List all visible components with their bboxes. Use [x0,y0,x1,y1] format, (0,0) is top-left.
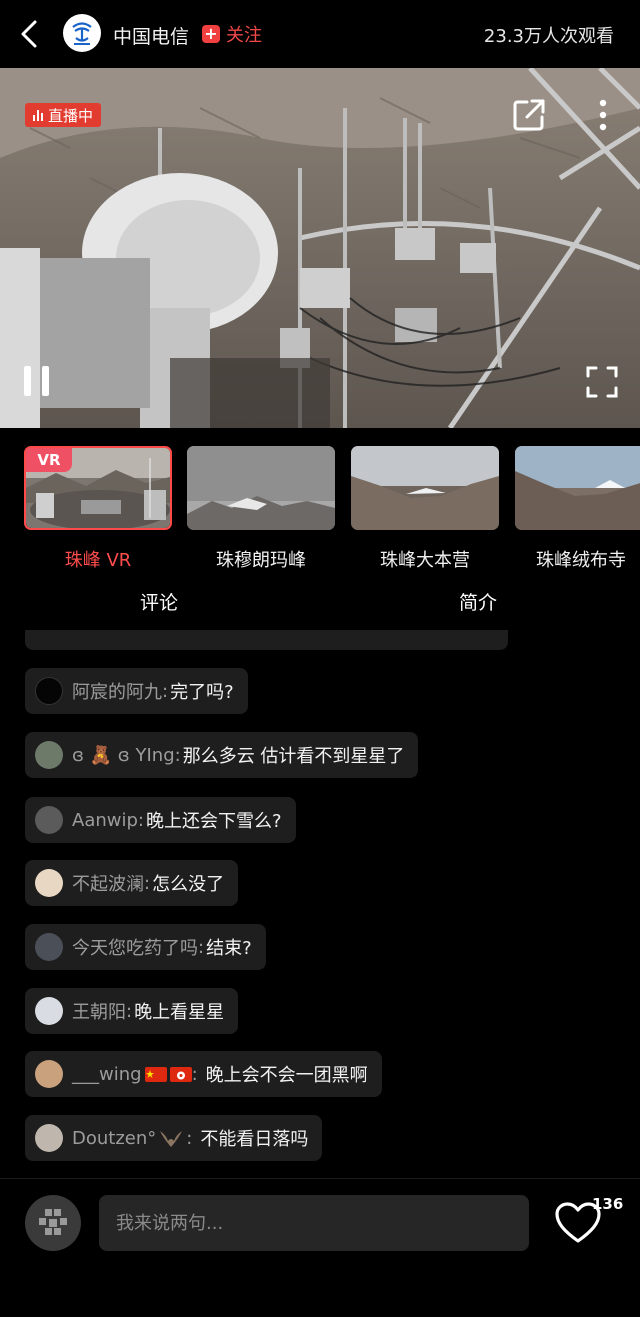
comment-item [25,630,508,650]
comment-colon: : [174,744,181,766]
camera-thumb-vr[interactable]: VR [24,446,172,530]
comment-username[interactable]: 王朝阳 [72,998,126,1024]
comment-item: Aanwip: 晚上还会下雪么? [25,797,296,843]
comment-text: 晚上会不会一团黑啊 [205,1065,368,1086]
comment-text: 不能看日落吗 [200,1129,309,1150]
hong-kong-flag-icon [169,1066,192,1082]
camera-thumb-rongbuk[interactable] [515,446,640,530]
avatar[interactable] [35,933,63,961]
bat-emoji-icon [160,1131,183,1147]
channel-avatar[interactable] [63,14,101,52]
share-icon[interactable] [510,96,548,134]
live-bars-icon [33,109,43,121]
comment-item: 阿宸的阿九: 完了吗? [25,668,248,714]
plus-icon: + [202,25,220,43]
tab-comments[interactable]: 评论 [140,588,178,615]
camera-label[interactable]: 珠峰大本营 [351,546,499,572]
avatar[interactable] [35,741,63,769]
comment-input[interactable] [99,1195,529,1251]
avatar[interactable] [35,1060,63,1088]
comment-item: ___wing : 晚上会不会一团黑啊 [25,1051,382,1097]
fullscreen-icon[interactable] [584,364,620,400]
comment-colon: : [126,1000,133,1022]
header-bar: 中国电信 + 关注 23.3万人次观看 [0,0,640,68]
checker-sticker-icon [39,1209,67,1235]
tab-intro[interactable]: 简介 [459,588,497,615]
live-video-player[interactable]: 直播中 [0,68,640,428]
comment-text: 结束? [206,938,252,959]
comment-text: 完了吗? [170,682,234,703]
comment-colon: : [186,1127,193,1149]
more-icon[interactable] [588,96,618,134]
comment-text: 晚上还会下雪么? [145,811,282,832]
avatar[interactable] [35,677,63,705]
camera-thumbnail [515,446,640,530]
live-label: 直播中 [48,106,94,125]
pause-icon[interactable] [22,364,52,398]
avatar[interactable] [35,806,63,834]
camera-label[interactable]: 珠穆朗玛峰 [187,546,335,572]
china-flag-icon [144,1066,167,1082]
sticker-button[interactable] [25,1195,81,1251]
like-count: 136 [592,1195,624,1213]
camera-thumb-base-camp[interactable] [351,446,499,530]
avatar[interactable] [35,997,63,1025]
camera-label[interactable]: 珠峰绒布寺 [536,546,626,572]
comment-username[interactable]: 今天您吃药了吗 [72,934,198,960]
comment-colon: : [198,936,205,958]
comment-item: 今天您吃药了吗: 结束? [25,924,266,970]
avatar[interactable] [35,869,63,897]
comment-list[interactable]: 阿宸的阿九: 完了吗? ɞ 🧸 ɞ YIng: 那么多云 估计看不到星星了 Aa… [0,630,640,1178]
viewer-count: 23.3万人次观看 [483,26,614,47]
comment-item: 不起波澜: 怎么没了 [25,860,239,906]
comment-username[interactable]: 阿宸的阿九 [72,678,162,704]
comment-username[interactable]: ___wing [72,1064,142,1085]
camera-thumb-everest[interactable] [187,446,335,530]
comment-item: ɞ 🧸 ɞ YIng: 那么多云 估计看不到星星了 [25,732,419,778]
comment-item: Doutzen° : 不能看日落吗 [25,1115,323,1161]
china-telecom-logo-icon [72,22,92,45]
follow-label: 关注 [226,25,262,46]
comment-colon: : [144,872,151,894]
avatar[interactable] [35,1124,63,1152]
comment-item: 王朝阳: 晚上看星星 [25,988,239,1034]
comment-username[interactable]: 不起波澜 [72,870,144,896]
camera-thumbnail [187,446,335,530]
comment-text: 晚上看星星 [134,1002,225,1023]
channel-name[interactable]: 中国电信 [113,22,189,49]
comment-colon: : [191,1063,198,1085]
live-badge: 直播中 [25,103,102,127]
follow-button[interactable]: + 关注 [202,22,262,46]
comment-username[interactable]: ɞ 🧸 ɞ YIng [72,745,175,766]
camera-thumbnail [351,446,499,530]
bottom-input-bar: 136 [0,1178,640,1317]
comment-colon: : [137,809,144,831]
camera-label[interactable]: 珠峰 VR [24,546,172,572]
comment-text: 那么多云 估计看不到星星了 [182,746,405,767]
camera-selector: VR 珠峰 VR 珠穆朗玛峰 珠峰大本营 珠峰绒布寺 [0,428,640,578]
vr-tag: VR [26,448,72,472]
comment-colon: : [162,680,169,702]
back-icon[interactable] [14,18,46,50]
comment-username[interactable]: Aanwip [72,810,138,831]
content-tabs: 评论 简介 [0,578,640,630]
comment-username[interactable]: Doutzen° [72,1128,156,1149]
comment-text: 怎么没了 [152,874,225,895]
